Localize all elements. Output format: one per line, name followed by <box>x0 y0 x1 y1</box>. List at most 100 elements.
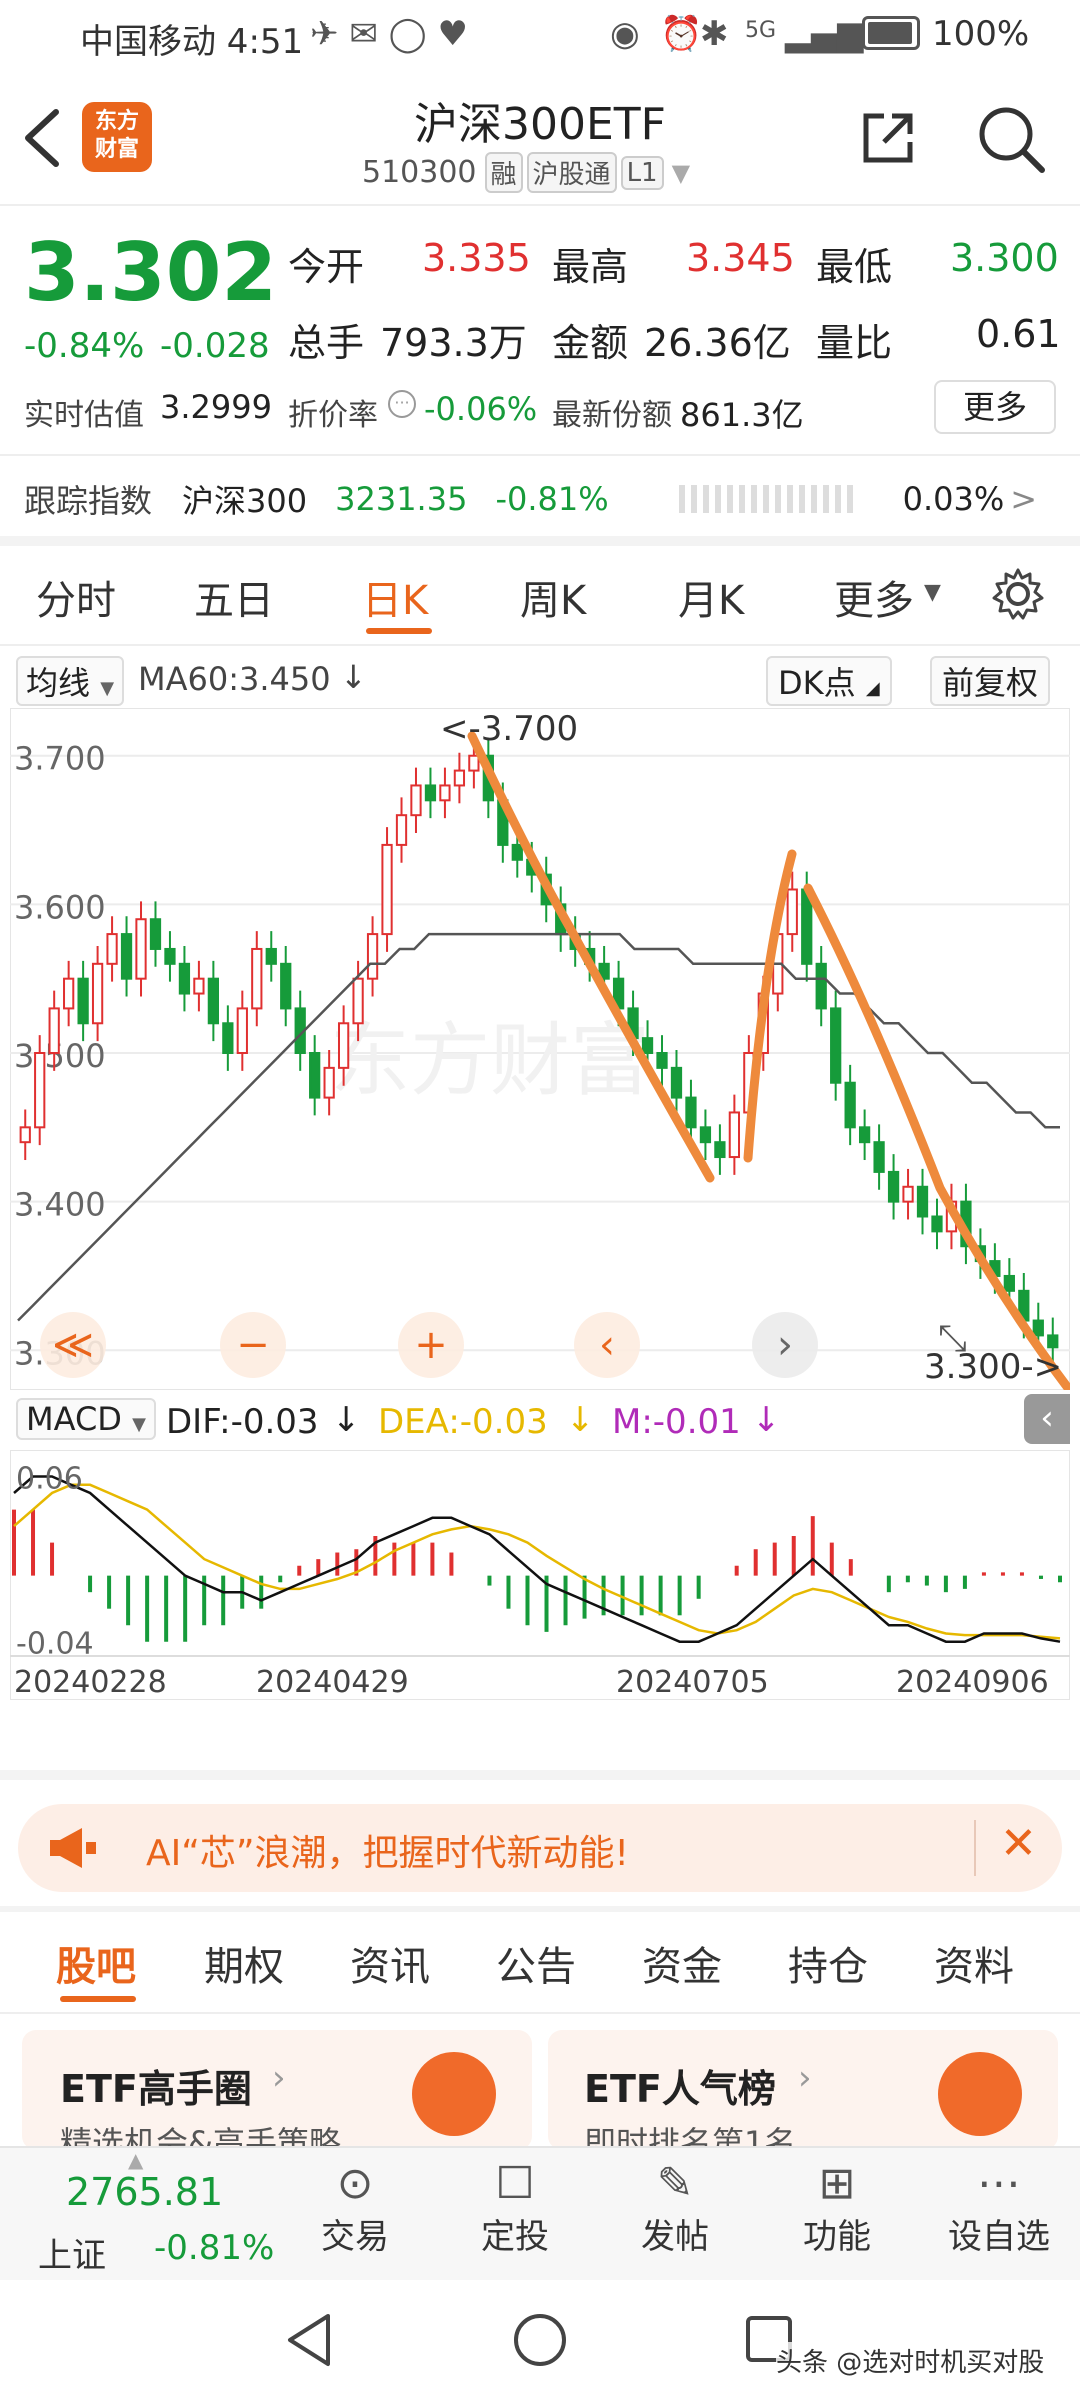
tab-forum[interactable]: 股吧 <box>56 1934 136 1992</box>
close-icon[interactable]: ✕ <box>1000 1818 1037 1869</box>
premium-value: -0.06% <box>424 390 538 428</box>
ma-select[interactable]: 均线 ▼ <box>16 656 125 706</box>
candle-body <box>207 977 220 1025</box>
candle-body <box>670 1066 683 1099</box>
scroll-left-button[interactable]: ‹ <box>574 1312 640 1378</box>
low-label: 最低 <box>816 245 893 289</box>
tab-options[interactable]: 期权 <box>204 1934 284 1992</box>
promo-banner[interactable]: AI“芯”浪潮，把握时代新动能! ✕ <box>18 1804 1062 1892</box>
candle-body <box>164 947 176 965</box>
candle-body <box>193 977 205 995</box>
candle-body <box>1003 1274 1015 1292</box>
chevron-right-icon: › <box>798 2058 812 2098</box>
ma-select-label: 均线 <box>26 664 91 702</box>
candle-body <box>714 1141 726 1159</box>
blurred-sparkline <box>678 485 859 513</box>
iopv-value: 3.2999 <box>160 388 272 426</box>
tab-intraday[interactable]: 分时 <box>36 568 116 626</box>
x-tick-label: 20240228 <box>14 1665 167 1700</box>
candle-body <box>280 962 292 1010</box>
add-watchlist-button[interactable]: ⋯ 设自选 <box>934 2158 1064 2258</box>
gear-icon[interactable] <box>990 566 1046 622</box>
tab-news[interactable]: 资讯 <box>350 1934 430 1992</box>
tab-daily-k[interactable]: 日K <box>362 568 428 626</box>
candle-body <box>786 888 798 936</box>
card-etf-ranking[interactable]: ETF人气榜 › 即时排名第1名 <box>548 2030 1058 2150</box>
zoom-out-button[interactable]: − <box>220 1312 286 1378</box>
collapse-panel-button[interactable]: ‹ <box>1024 1394 1070 1444</box>
search-icon[interactable] <box>976 104 1046 174</box>
expand-icon[interactable]: ▲ <box>128 2148 143 2172</box>
security-code: 510300 <box>362 155 477 190</box>
macd-bar: MACD ▼ DIF:-0.03 ↓ DEA:-0.03 ↓ M:-0.01 ↓… <box>0 1394 1080 1448</box>
divider <box>0 2012 1080 2014</box>
sh-index-name: 上证 <box>38 2236 106 2276</box>
watermark-text: 东方财富 <box>330 1014 650 1107</box>
tracking-index-row[interactable]: 跟踪指数 沪深300 3231.35 -0.81% 0.03% > <box>24 476 1064 522</box>
network-type: 5G <box>745 18 777 43</box>
candle-body <box>149 918 162 950</box>
dropdown-icon: ▼ <box>100 678 115 699</box>
x-tick-label: 20240429 <box>256 1665 409 1700</box>
card-etf-experts[interactable]: ETF高手圈 › 精选机会&高手策略 <box>22 2030 532 2150</box>
shares-value: 861.3亿 <box>680 396 804 434</box>
nav-back-icon[interactable] <box>284 2312 334 2368</box>
divider <box>0 454 1080 456</box>
post-label: 发帖 <box>641 2217 709 2257</box>
tracking-label: 跟踪指数 <box>24 482 153 520</box>
current-price: 3.302 <box>24 226 278 319</box>
ratio-value: 0.61 <box>976 312 1061 356</box>
tab-weekly-k[interactable]: 周K <box>520 568 586 626</box>
chevron-right-icon: › <box>272 2058 286 2098</box>
functions-button[interactable]: ⊞ 功能 <box>772 2158 902 2258</box>
indicator-bar: 均线 ▼ MA60:3.450 ↓ DK点 ◢ 前复权 <box>0 652 1080 708</box>
candle-body <box>728 1111 741 1159</box>
scroll-left-fast-button[interactable]: ≪ <box>40 1312 106 1378</box>
low-value: 3.300 <box>950 236 1059 280</box>
sh-index-value: 2765.81 <box>66 2170 224 2214</box>
tab-holdings[interactable]: 持仓 <box>788 1934 868 1992</box>
arrow-down-icon: ↓ <box>752 1400 781 1440</box>
candle-body <box>656 1052 668 1069</box>
candle-body <box>120 933 133 980</box>
adjust-button[interactable]: 前复权 <box>930 656 1051 706</box>
battery-level: 100% <box>932 14 1030 54</box>
nav-home-icon[interactable] <box>512 2312 568 2368</box>
invest-plan-button[interactable]: ☐ 定投 <box>450 2158 580 2258</box>
zoom-in-button[interactable]: + <box>398 1312 464 1378</box>
tab-funds[interactable]: 资金 <box>642 1934 722 1992</box>
functions-label: 功能 <box>803 2217 871 2257</box>
fullscreen-icon[interactable]: ⤡ <box>938 1318 967 1360</box>
scroll-right-button[interactable]: › <box>752 1312 818 1378</box>
candle-body <box>106 933 118 965</box>
macd-select[interactable]: MACD ▼ <box>16 1398 156 1440</box>
candle-body <box>34 1052 46 1129</box>
more-button[interactable]: 更多 <box>934 380 1056 434</box>
candle-body <box>424 784 437 802</box>
candle-body <box>48 1007 60 1054</box>
candle-body <box>352 977 364 1025</box>
tab-five-day[interactable]: 五日 <box>194 568 274 626</box>
tab-monthly-k[interactable]: 月K <box>678 568 744 626</box>
candle-body <box>265 947 277 965</box>
ratio-label: 量比 <box>816 321 893 365</box>
amount-value: 26.36亿 <box>644 321 791 365</box>
post-button[interactable]: ✎ 发帖 <box>610 2158 740 2258</box>
tab-more[interactable]: 更多 <box>834 568 914 626</box>
dropdown-icon: ▼ <box>924 580 941 605</box>
share-icon[interactable] <box>856 106 920 170</box>
info-icon[interactable]: ··· <box>388 390 416 418</box>
candle-body <box>453 769 466 787</box>
sh-index-change: -0.81% <box>154 2228 275 2268</box>
macd-chart[interactable]: 0.06-0.04 20240228 20240429 20240705 202409… <box>10 1450 1070 1700</box>
dk-point-button[interactable]: DK点 ◢ <box>766 656 892 706</box>
candle-body <box>511 843 523 861</box>
dk-label: DK点 <box>778 664 856 702</box>
kline-chart[interactable]: 东方财富 3.7003.6003.5003.4003.300 <-3.700 3… <box>10 708 1070 1390</box>
candle-body <box>1032 1319 1044 1337</box>
tab-profile[interactable]: 资料 <box>934 1934 1014 1992</box>
tab-announcements[interactable]: 公告 <box>496 1934 576 1992</box>
dropdown-icon[interactable]: ▼ <box>672 159 690 187</box>
trade-button[interactable]: ⊙ 交易 <box>290 2158 420 2258</box>
megaphone-icon <box>50 1828 96 1868</box>
